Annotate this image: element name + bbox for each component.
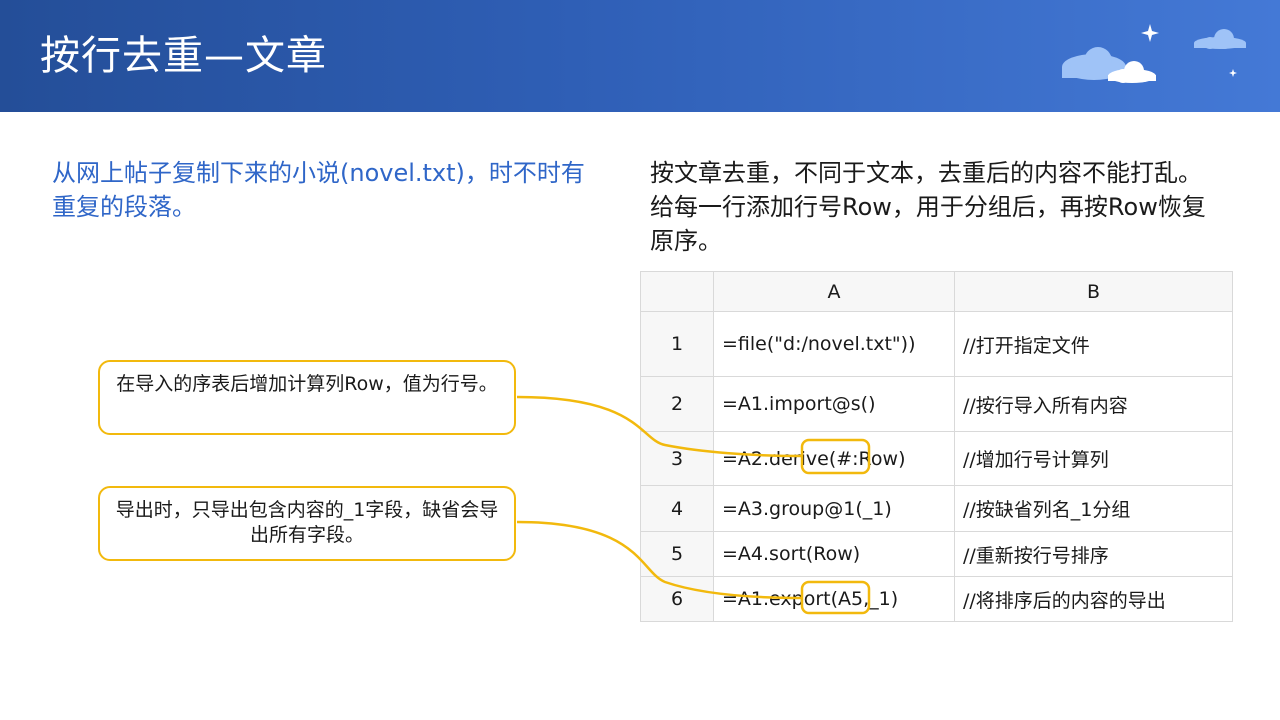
- cell-a: =A3.group@1(_1): [713, 485, 955, 532]
- cell-b: //将排序后的内容的导出: [954, 576, 1233, 622]
- table-row: 3 =A2.derive(#:Row) //增加行号计算列: [640, 431, 1233, 486]
- cell-a: =A2.derive(#:Row): [713, 431, 955, 486]
- corner-header: [640, 271, 714, 312]
- right-description: 按文章去重，不同于文本，去重后的内容不能打乱。给每一行添加行号Row，用于分组后…: [650, 159, 1206, 255]
- row-number: 4: [640, 485, 714, 532]
- left-description: 从网上帖子复制下来的小说(novel.txt)，时不时有重复的段落。: [52, 159, 585, 221]
- star-icon: [1141, 24, 1159, 42]
- cell-b: //按缺省列名_1分组: [954, 485, 1233, 532]
- row-number: 1: [640, 311, 714, 377]
- table-row: 4 =A3.group@1(_1) //按缺省列名_1分组: [640, 485, 1233, 532]
- page-title: 按行去重—文章: [40, 33, 327, 79]
- row-number: 5: [640, 531, 714, 577]
- cell-b: //重新按行号排序: [954, 531, 1233, 577]
- star-icon: [1229, 69, 1237, 77]
- row-number: 3: [640, 431, 714, 486]
- title-banner: 按行去重—文章: [0, 0, 1280, 112]
- cell-a: =A1.export(A5,_1): [713, 576, 955, 622]
- cell-b: //打开指定文件: [954, 311, 1233, 377]
- callout-derive-note: 在导入的序表后增加计算列Row，值为行号。: [98, 360, 516, 435]
- cell-b: //按行导入所有内容: [954, 376, 1233, 432]
- cell-a: =A4.sort(Row): [713, 531, 955, 577]
- callout-export-note: 导出时，只导出包含内容的_1字段，缺省会导出所有字段。: [98, 486, 516, 561]
- cell-a: =file("d:/novel.txt")): [713, 311, 955, 377]
- table-row: 2 =A1.import@s() //按行导入所有内容: [640, 376, 1233, 432]
- cell-b: //增加行号计算列: [954, 431, 1233, 486]
- cloud-icon: [1194, 29, 1246, 49]
- code-grid: A B 1 =file("d:/novel.txt")) //打开指定文件 2 …: [640, 271, 1233, 622]
- row-number: 6: [640, 576, 714, 622]
- row-number: 2: [640, 376, 714, 432]
- column-header-row: A B: [640, 271, 1233, 312]
- column-header-b: B: [954, 271, 1233, 312]
- cell-a: =A1.import@s(): [713, 376, 955, 432]
- clouds-stars-decoration: [1062, 24, 1246, 83]
- column-header-a: A: [713, 271, 955, 312]
- table-row: 5 =A4.sort(Row) //重新按行号排序: [640, 531, 1233, 577]
- table-row: 1 =file("d:/novel.txt")) //打开指定文件: [640, 311, 1233, 377]
- table-row: 6 =A1.export(A5,_1) //将排序后的内容的导出: [640, 576, 1233, 622]
